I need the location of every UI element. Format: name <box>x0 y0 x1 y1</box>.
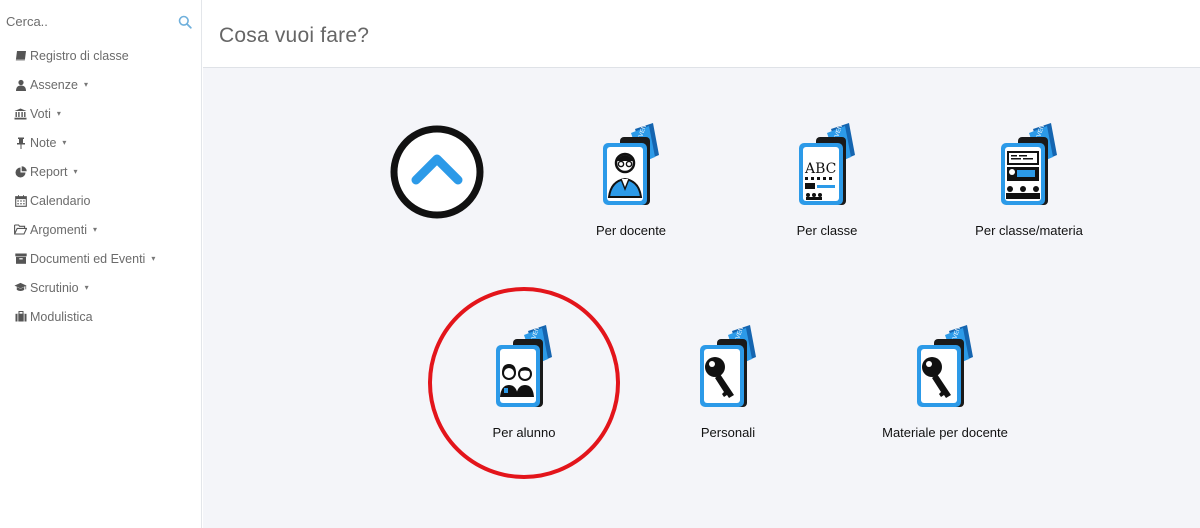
svg-text:ABC: ABC <box>804 161 836 177</box>
tile-label: Per alunno <box>492 425 556 440</box>
sidebar-item-label: Note <box>30 135 57 150</box>
sidebar-item-argomenti[interactable]: Argomenti ▾ <box>0 215 202 244</box>
sidebar-item-assenze[interactable]: Assenze ▾ <box>0 70 202 99</box>
search-input[interactable] <box>6 10 181 32</box>
sidebar-item-voti[interactable]: Voti ▾ <box>0 99 202 128</box>
tile-per-docente[interactable]: EVEN Per docente <box>546 123 716 253</box>
book-icon <box>14 49 27 62</box>
sidebar-item-label: Assenze <box>30 77 78 92</box>
sidebar-item-report[interactable]: Report ▾ <box>0 157 202 186</box>
up-arrow-button[interactable] <box>389 124 485 220</box>
sidebar-item-scrutinio[interactable]: Scrutinio ▾ <box>0 273 202 302</box>
page-header: Cosa vuoi fare? <box>203 0 1200 68</box>
sidebar-item-label: Scrutinio <box>30 280 79 295</box>
chevron-down-icon: ▾ <box>151 254 156 263</box>
chevron-down-icon: ▾ <box>83 80 88 89</box>
sidebar-item-note[interactable]: Note ▾ <box>0 128 202 157</box>
chevron-down-icon: ▾ <box>84 283 89 292</box>
tile-per-classe[interactable]: EVEN ABC Per classe <box>742 123 912 253</box>
institution-icon <box>14 107 27 120</box>
tile-personali[interactable]: EVEN Personali <box>643 325 813 455</box>
key-icon: EVEN <box>700 325 756 407</box>
sidebar-item-documenti[interactable]: Documenti ed Eventi ▾ <box>0 244 202 273</box>
main-content: Cosa vuoi fare? EVEN Per docente EVEN AB… <box>203 0 1200 528</box>
tile-label: Materiale per docente <box>882 425 1008 440</box>
sidebar-item-registro[interactable]: Registro di classe <box>0 41 202 70</box>
tile-label: Personali <box>700 425 756 440</box>
sidebar-menu: Registro di classe Assenze ▾ Voti ▾ Note… <box>0 41 202 331</box>
key-icon: EVEN <box>917 325 973 407</box>
abc-class-icon: EVEN ABC <box>799 123 855 205</box>
students-icon: EVEN <box>496 325 552 407</box>
search-box <box>0 6 202 36</box>
sidebar-item-modulistica[interactable]: Modulistica <box>0 302 202 331</box>
chevron-down-icon: ▾ <box>92 225 97 234</box>
pie-chart-icon <box>14 165 27 178</box>
sidebar-item-calendario[interactable]: Calendario <box>0 186 202 215</box>
tile-per-classe-materia[interactable]: EVEN Per classe/materia <box>944 123 1114 253</box>
tile-per-alunno[interactable]: EVEN Per alunno <box>439 325 609 455</box>
pushpin-icon <box>14 136 27 149</box>
user-icon <box>14 78 27 91</box>
search-icon[interactable] <box>178 15 192 29</box>
tile-label: Per classe <box>796 223 858 238</box>
sidebar-item-label: Voti <box>30 106 51 121</box>
tile-label: Per classe/materia <box>975 223 1083 238</box>
chevron-down-icon: ▾ <box>62 138 67 147</box>
chevron-down-icon: ▾ <box>73 167 78 176</box>
tile-materiale-per-docente[interactable]: EVEN Materiale per docente <box>860 325 1030 455</box>
page-title: Cosa vuoi fare? <box>219 24 370 47</box>
sidebar-item-label: Report <box>30 164 68 179</box>
calendar-icon <box>14 194 27 207</box>
classroom-subject-icon: EVEN <box>1001 123 1057 205</box>
teacher-icon: EVEN <box>603 123 659 205</box>
sidebar-item-label: Calendario <box>30 193 91 208</box>
archive-icon <box>14 252 27 265</box>
graduation-cap-icon <box>14 281 27 294</box>
briefcase-icon <box>14 310 27 323</box>
tile-label: Per docente <box>595 223 667 238</box>
sidebar: Registro di classe Assenze ▾ Voti ▾ Note… <box>0 0 202 528</box>
sidebar-item-label: Registro di classe <box>30 48 129 63</box>
sidebar-item-label: Argomenti <box>30 222 87 237</box>
chevron-down-icon: ▾ <box>56 109 61 118</box>
sidebar-item-label: Documenti ed Eventi <box>30 251 146 266</box>
sidebar-item-label: Modulistica <box>30 309 93 324</box>
folder-open-icon <box>14 223 27 236</box>
